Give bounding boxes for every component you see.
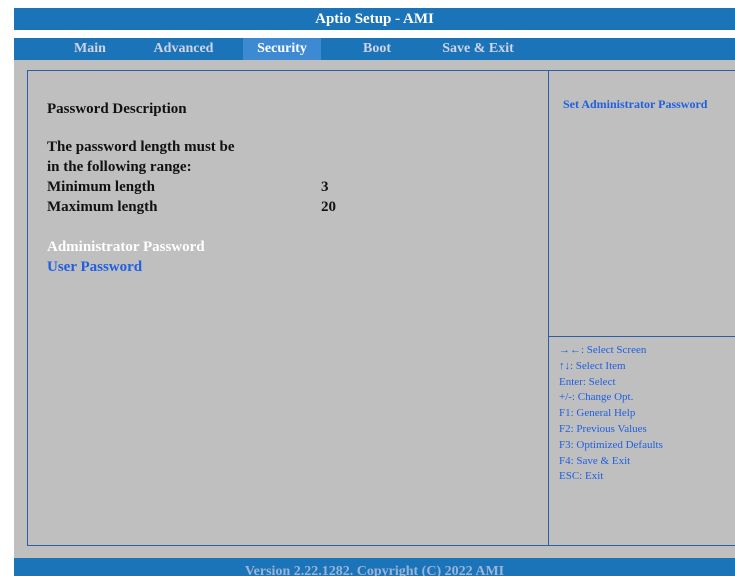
key-help-item: →←: Select Screen — [559, 344, 647, 356]
user-password-item[interactable]: User Password — [47, 257, 142, 277]
min-length-value: 3 — [321, 179, 329, 195]
key-help-item: F3: Optimized Defaults — [559, 438, 663, 451]
key-help-item: F1: General Help — [559, 407, 636, 420]
window-title-bar: Aptio Setup - AMI — [14, 8, 735, 30]
administrator-password-item[interactable]: Administrator Password — [47, 237, 205, 257]
max-length-value: 20 — [321, 199, 336, 215]
description-line-1: The password length must be — [47, 139, 235, 155]
tab-boot[interactable]: Boot — [347, 38, 407, 60]
help-description: Set Administrator Password — [563, 97, 708, 111]
max-length-label: Maximum length — [47, 199, 158, 215]
footer-version-text: Version 2.22.1282. Copyright (C) 2022 AM… — [244, 564, 505, 576]
key-help-item: F2: Previous Values — [559, 422, 647, 435]
window-title: Aptio Setup - AMI — [315, 11, 434, 27]
section-heading: Password Description — [47, 101, 187, 117]
min-length-label: Minimum length — [47, 179, 155, 195]
content-area: Password Description The password length… — [14, 60, 735, 558]
help-pane: Set Administrator Password →←: Select Sc… — [549, 70, 735, 546]
key-help-list: →←: Select Screen ↑↓: Select Item Enter:… — [559, 343, 663, 485]
key-help-item: +/-: Change Opt. — [559, 391, 634, 404]
description-line-2: in the following range: — [47, 159, 192, 175]
tab-save-exit[interactable]: Save & Exit — [423, 38, 533, 60]
footer-bar: Version 2.22.1282. Copyright (C) 2022 AM… — [14, 558, 735, 576]
key-help-item: F4: Save & Exit — [559, 454, 631, 467]
key-help-item: ↑↓: Select Item — [559, 359, 626, 372]
settings-pane: Password Description The password length… — [27, 70, 549, 546]
tab-advanced[interactable]: Advanced — [131, 38, 236, 60]
help-divider — [549, 336, 735, 337]
tab-main[interactable]: Main — [60, 38, 120, 60]
key-help-item: ESC: Exit — [559, 470, 604, 483]
menu-bar: Main Advanced Security Boot Save & Exit — [14, 38, 735, 64]
key-help-item: Enter: Select — [559, 375, 616, 388]
